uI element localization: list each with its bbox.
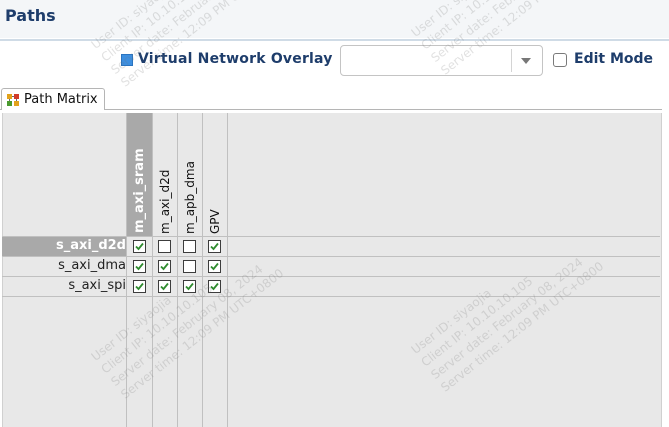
check-icon xyxy=(185,282,194,291)
path-checkbox[interactable] xyxy=(208,280,221,293)
path-checkbox[interactable] xyxy=(183,260,196,273)
grid-line xyxy=(2,236,660,237)
path-checkbox[interactable] xyxy=(133,260,146,273)
tab-label: Path Matrix xyxy=(24,92,98,107)
chevron-down-icon[interactable] xyxy=(521,58,531,64)
path-checkbox[interactable] xyxy=(158,280,171,293)
overlay-label: Virtual Network Overlay xyxy=(138,51,333,67)
check-icon xyxy=(210,262,219,271)
path-checkbox[interactable] xyxy=(158,240,171,253)
grid-line xyxy=(2,296,660,297)
check-icon xyxy=(135,262,144,271)
grid-line xyxy=(2,276,660,277)
panel-header: Paths xyxy=(0,0,669,38)
check-icon xyxy=(135,282,144,291)
row-header-s-axi-spi[interactable]: s_axi_spi xyxy=(68,278,126,293)
path-checkbox[interactable] xyxy=(208,240,221,253)
grid-line xyxy=(126,113,127,427)
path-checkbox[interactable] xyxy=(158,260,171,273)
path-checkbox[interactable] xyxy=(183,280,196,293)
path-checkbox[interactable] xyxy=(133,280,146,293)
column-header-gpv[interactable]: GPV xyxy=(208,209,222,234)
column-header-m-apb-dma[interactable]: m_apb_dma xyxy=(183,161,197,234)
check-icon xyxy=(160,282,169,291)
edit-mode-checkbox[interactable] xyxy=(553,53,567,67)
row-header-s-axi-d2d[interactable]: s_axi_d2d xyxy=(56,238,126,253)
grid-line xyxy=(177,113,178,427)
grid-line xyxy=(2,256,660,257)
check-icon xyxy=(210,242,219,251)
check-icon xyxy=(210,282,219,291)
header-divider xyxy=(0,39,669,41)
check-icon xyxy=(135,242,144,251)
edit-mode-label[interactable]: Edit Mode xyxy=(574,51,653,67)
tab-path-matrix[interactable]: Path Matrix xyxy=(1,88,105,110)
path-checkbox[interactable] xyxy=(133,240,146,253)
grid-line xyxy=(202,113,203,427)
grid-line xyxy=(227,113,228,427)
path-checkbox[interactable] xyxy=(183,240,196,253)
check-icon xyxy=(160,262,169,271)
overlay-select[interactable] xyxy=(340,45,543,76)
grid-line xyxy=(152,113,153,427)
column-header-m-axi-d2d[interactable]: m_axi_d2d xyxy=(158,170,172,234)
select-divider xyxy=(511,49,512,72)
column-header-m-axi-sram[interactable]: m_axi_sram xyxy=(132,148,147,233)
path-matrix-icon xyxy=(7,94,19,106)
path-checkbox[interactable] xyxy=(208,260,221,273)
panel-title: Paths xyxy=(5,6,56,25)
row-header-s-axi-dma[interactable]: s_axi_dma xyxy=(58,258,126,273)
overlay-color-icon xyxy=(121,54,133,66)
